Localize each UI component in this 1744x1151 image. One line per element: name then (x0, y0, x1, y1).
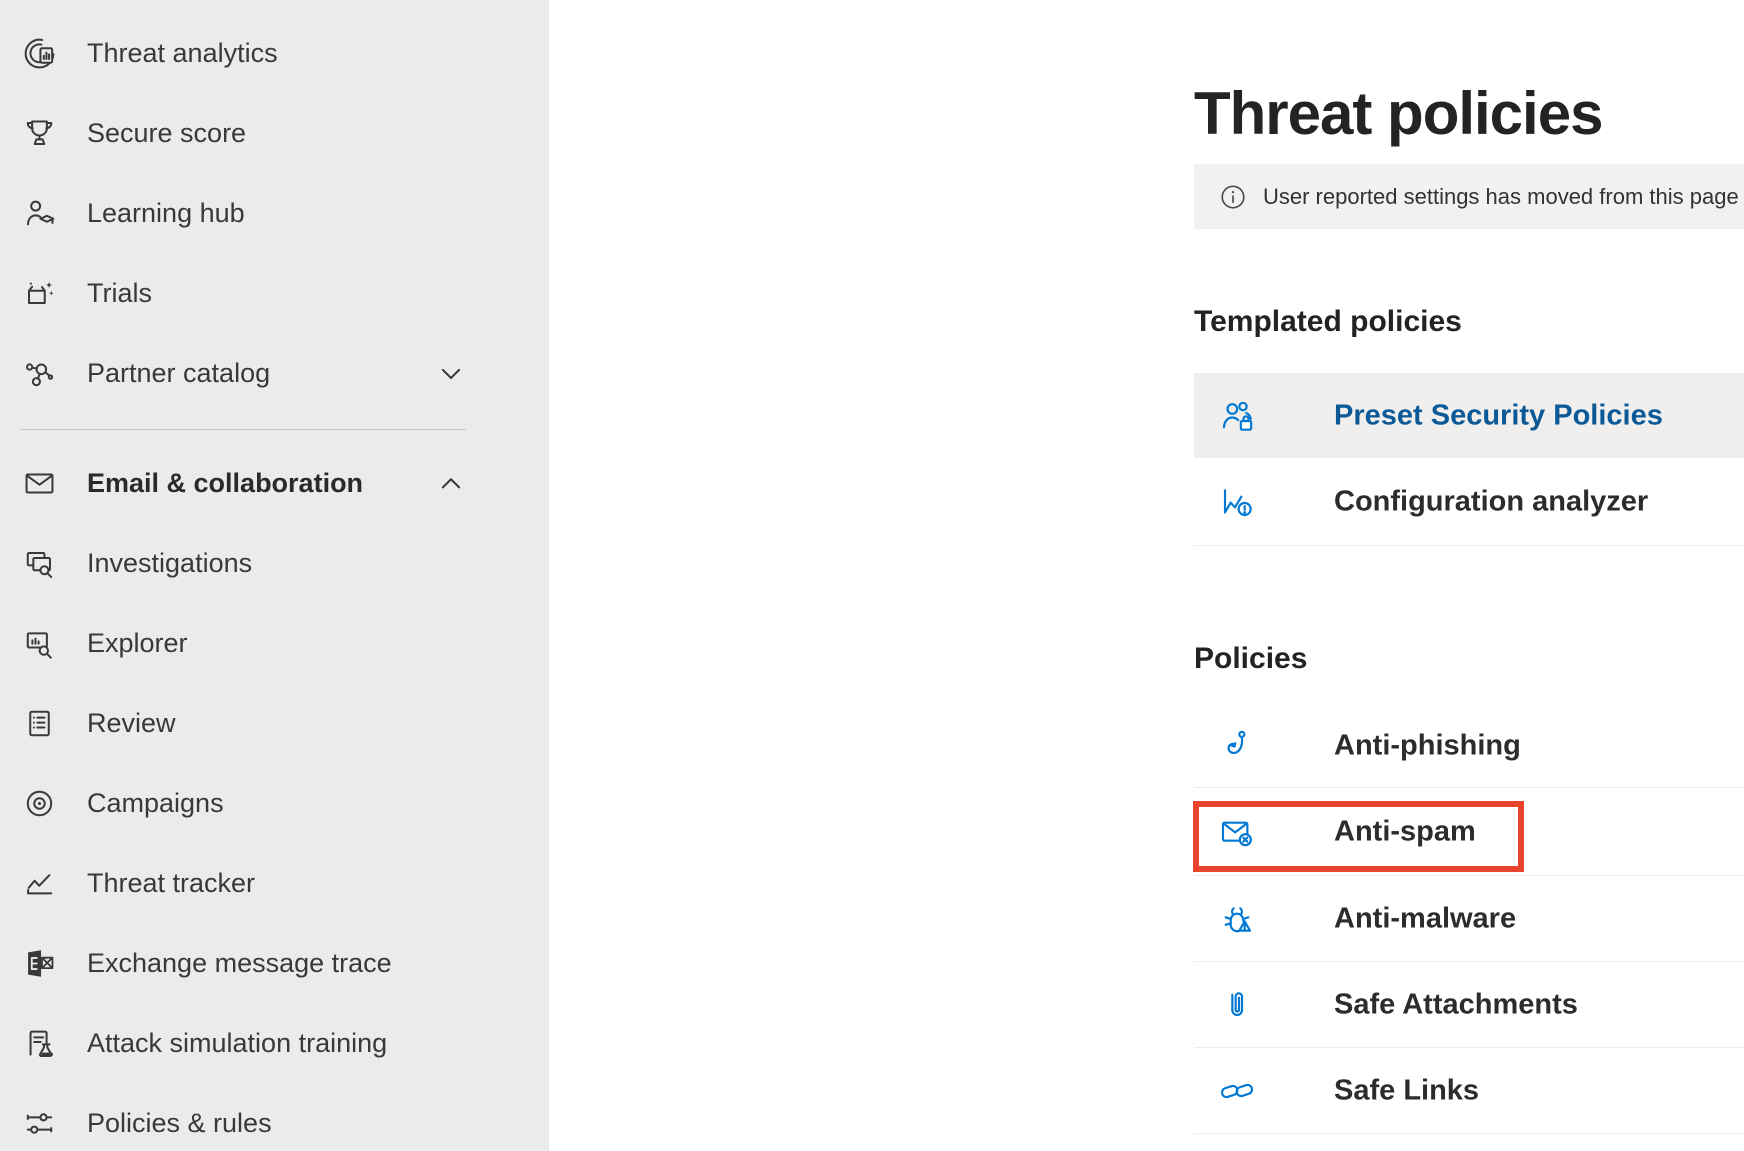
sidebar-item-learning-hub[interactable]: Learning hub (0, 173, 549, 253)
safe-links-icon (1217, 1071, 1257, 1111)
row-anti-spam[interactable]: Anti-spam Protect your organiz (1194, 788, 1744, 876)
sidebar-item-label: Secure score (87, 118, 246, 149)
row-title[interactable]: Anti-malware (1334, 902, 1516, 935)
sidebar-item-label: Threat analytics (87, 38, 278, 69)
explorer-icon (21, 625, 58, 662)
page-title: Threat policies (1194, 82, 1602, 146)
sidebar-item-label: Learning hub (87, 198, 245, 229)
sidebar-item-label: Email & collaboration (87, 468, 363, 499)
anti-malware-icon (1217, 899, 1257, 939)
sidebar-item-label: Campaigns (87, 788, 224, 819)
sidebar-item-review[interactable]: Review (0, 683, 549, 763)
sidebar-item-explorer[interactable]: Explorer (0, 603, 549, 683)
sidebar-item-label: Threat tracker (87, 868, 255, 899)
chevron-up-icon[interactable] (436, 468, 466, 498)
sidebar-item-threat-tracker[interactable]: Threat tracker (0, 843, 549, 923)
row-title[interactable]: Safe Links (1334, 1074, 1479, 1107)
banner-message: User reported settings has moved from th… (1263, 184, 1744, 210)
exchange-icon (21, 945, 58, 982)
attack-simulation-icon (21, 1025, 58, 1062)
chevron-down-icon[interactable] (436, 358, 466, 388)
policies-heading: Policies (1194, 642, 1307, 676)
info-banner: User reported settings has moved from th… (1194, 164, 1744, 229)
threat-analytics-icon (21, 35, 58, 72)
sidebar-item-label: Trials (87, 278, 152, 309)
sidebar-item-threat-analytics[interactable]: Threat analytics (0, 13, 549, 93)
sidebar-item-campaigns[interactable]: Campaigns (0, 763, 549, 843)
sidebar-item-investigations[interactable]: Investigations (0, 523, 549, 603)
mail-icon (21, 465, 58, 502)
review-icon (21, 705, 58, 742)
templated-policies-heading: Templated policies (1194, 305, 1462, 339)
sidebar-item-label: Explorer (87, 628, 188, 659)
sidebar-item-partner-catalog[interactable]: Partner catalog (0, 333, 549, 413)
sidebar-item-label: Exchange message trace (87, 948, 392, 979)
sidebar-item-attack-simulation-training[interactable]: Attack simulation training (0, 1003, 549, 1083)
sidebar-nav: Threat analytics Secure score Learning h… (0, 0, 549, 1151)
learning-hub-icon (21, 195, 58, 232)
row-title[interactable]: Safe Attachments (1334, 988, 1578, 1021)
sidebar-item-policies-rules[interactable]: Policies & rules (0, 1083, 549, 1151)
row-configuration-analyzer[interactable]: Configuration analyzer Identify issues i… (1194, 458, 1744, 546)
row-safe-attachments[interactable]: Safe Attachments Protect your organiz (1194, 962, 1744, 1048)
main-content: Threat policies User reported settings h… (549, 0, 1744, 1151)
sidebar-item-exchange-message-trace[interactable]: Exchange message trace (0, 923, 549, 1003)
sidebar-item-label: Attack simulation training (87, 1028, 387, 1059)
row-title-link[interactable]: Preset Security Policies (1334, 399, 1663, 432)
row-anti-malware[interactable]: Anti-malware Protect your organiz (1194, 876, 1744, 962)
configuration-analyzer-icon (1217, 482, 1257, 522)
defender-portal-screen: Threat analytics Secure score Learning h… (0, 0, 1744, 1151)
sidebar-item-label: Investigations (87, 548, 252, 579)
threat-tracker-icon (21, 865, 58, 902)
sidebar-divider (20, 429, 466, 430)
sliders-icon (21, 1105, 58, 1142)
info-icon (1218, 182, 1248, 212)
trials-icon (21, 275, 58, 312)
preset-security-policies-icon (1217, 396, 1257, 436)
sidebar-item-label: Policies & rules (87, 1108, 272, 1139)
trophy-icon (21, 115, 58, 152)
row-title[interactable]: Anti-phishing (1334, 729, 1521, 762)
partner-catalog-icon (21, 355, 58, 392)
row-safe-links[interactable]: Safe Links Protect your users fr (1194, 1048, 1744, 1134)
sidebar-item-trials[interactable]: Trials (0, 253, 549, 333)
anti-spam-icon (1217, 812, 1257, 852)
anti-phishing-icon (1217, 726, 1257, 766)
sidebar-item-label: Partner catalog (87, 358, 270, 389)
paperclip-icon (1217, 985, 1257, 1025)
row-title[interactable]: Anti-spam (1334, 815, 1476, 848)
sidebar-item-secure-score[interactable]: Secure score (0, 93, 549, 173)
campaigns-icon (21, 785, 58, 822)
sidebar-item-label: Review (87, 708, 176, 739)
row-anti-phishing[interactable]: Anti-phishing Protect users from p (1194, 704, 1744, 788)
row-title[interactable]: Configuration analyzer (1334, 485, 1648, 518)
investigations-icon (21, 545, 58, 582)
row-preset-security-policies[interactable]: Preset Security Policies Easily configur… (1194, 373, 1744, 458)
sidebar-item-email-collaboration[interactable]: Email & collaboration (0, 443, 549, 523)
